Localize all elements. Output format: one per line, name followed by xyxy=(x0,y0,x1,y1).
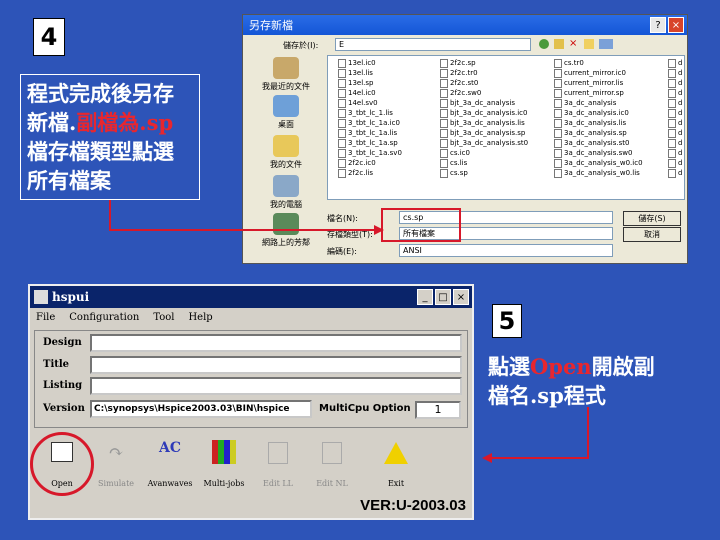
multicpu-spinner[interactable]: 1 xyxy=(415,401,461,419)
tool-multi-jobs[interactable]: Multi-jobs xyxy=(198,436,250,490)
hspui-titlebar: hspui _ □ × xyxy=(30,286,472,308)
hspui-window: hspui _ □ × File Configuration Tool Help… xyxy=(28,284,474,520)
menu-configuration[interactable]: Configuration xyxy=(69,312,139,323)
warning-icon xyxy=(384,442,408,464)
design-input[interactable] xyxy=(90,334,462,352)
step-5-badge: 5 xyxy=(492,304,522,338)
version-select[interactable]: C:\synopsys\Hspice2003.03\BIN\hspice xyxy=(90,400,312,418)
hspui-form: Design Title Listing Version C:\synopsys… xyxy=(34,330,468,428)
hspui-toolbar: Open ↷ Simulate AC Avanwaves Multi-jobs … xyxy=(34,436,468,494)
edit-ll-icon xyxy=(268,442,288,464)
tool-simulate[interactable]: ↷ Simulate xyxy=(90,436,142,490)
tool-exit[interactable]: Exit xyxy=(370,436,422,490)
step-5-note-line1: 點選Open開啟副 xyxy=(488,354,655,379)
maximize-button[interactable]: □ xyxy=(435,289,451,305)
hspui-title: hspui xyxy=(52,290,90,304)
tool-edit-nl[interactable]: Edit NL xyxy=(306,436,358,490)
multi-jobs-icon xyxy=(212,440,236,464)
menu-tool[interactable]: Tool xyxy=(153,312,174,323)
minimize-button[interactable]: _ xyxy=(417,289,433,305)
avanwaves-icon: AC xyxy=(158,440,181,456)
open-highlight-circle xyxy=(30,432,94,496)
step-5-note: 點選Open開啟副 檔名.sp程式 xyxy=(488,352,674,408)
title-label: Title xyxy=(43,359,70,370)
multicpu-label: MultiCpu Option xyxy=(319,403,411,414)
hspui-menubar: File Configuration Tool Help xyxy=(30,308,472,326)
simulate-arrow-icon: ↷ xyxy=(108,442,124,463)
menu-file[interactable]: File xyxy=(36,312,55,323)
edit-nl-icon xyxy=(322,442,342,464)
step-5-note-line2: 檔名.sp程式 xyxy=(488,383,606,408)
listing-input[interactable] xyxy=(90,377,462,395)
version-label: Version xyxy=(43,403,85,414)
tool-edit-ll[interactable]: Edit LL xyxy=(252,436,304,490)
hspui-app-icon xyxy=(34,290,48,304)
design-label: Design xyxy=(43,337,82,348)
title-input[interactable] xyxy=(90,356,462,374)
hspui-close-button[interactable]: × xyxy=(453,289,469,305)
tool-avanwaves[interactable]: AC Avanwaves xyxy=(144,436,196,490)
listing-label: Listing xyxy=(43,380,83,391)
version-footer: VER:U-2003.03 xyxy=(360,497,466,514)
menu-help[interactable]: Help xyxy=(188,312,212,323)
